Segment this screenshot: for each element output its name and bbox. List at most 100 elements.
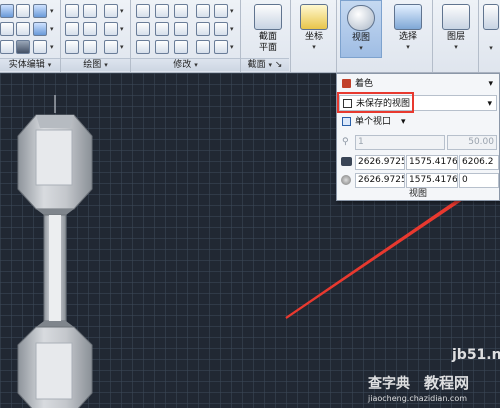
spline-icon[interactable] xyxy=(83,22,97,36)
circle-icon[interactable] xyxy=(104,4,118,18)
chevron-down-icon[interactable]: ▾ xyxy=(120,7,124,15)
chevron-down-icon: ▾ xyxy=(488,79,493,89)
extrude-face-icon[interactable] xyxy=(16,22,30,36)
layers-button[interactable]: 图层 ▾ xyxy=(438,0,474,58)
stretch-icon[interactable] xyxy=(136,22,150,36)
chevron-down-icon: ▾ xyxy=(454,43,458,51)
extend-icon[interactable] xyxy=(214,4,228,18)
more-button[interactable]: ▾ xyxy=(482,0,500,58)
array-icon[interactable] xyxy=(196,4,210,18)
group-section[interactable]: 截面 ▾ ↘ xyxy=(241,58,289,71)
group-solid-edit-label: 实体编辑 xyxy=(8,60,45,70)
chevron-down-icon: ▾ xyxy=(194,61,198,69)
camera-z[interactable]: 6206.2 xyxy=(459,155,499,170)
separate-icon[interactable] xyxy=(33,22,47,36)
zoom-slider[interactable]: 1 xyxy=(355,135,445,150)
scale-icon[interactable] xyxy=(136,4,150,18)
mirror-icon[interactable] xyxy=(174,22,188,36)
watermark-site: jb51.net xyxy=(452,347,500,363)
polygon-icon[interactable] xyxy=(83,40,97,54)
target-y[interactable]: 1575.4176 xyxy=(406,173,458,188)
shell-icon[interactable] xyxy=(0,4,14,18)
layers-label: 图层 xyxy=(446,32,465,42)
fillet-icon[interactable] xyxy=(214,22,228,36)
clean-icon[interactable] xyxy=(0,40,14,54)
group-solid-edit[interactable]: 实体编辑 ▾ xyxy=(0,58,60,71)
chevron-down-icon[interactable]: ▾ xyxy=(120,25,124,33)
ucs-icon xyxy=(300,4,328,30)
viewport-config-label: 单个视口 xyxy=(355,117,392,127)
separator xyxy=(290,0,291,72)
hatch-icon[interactable] xyxy=(104,40,118,54)
section-plane-button[interactable]: 截面 平面 xyxy=(250,0,286,58)
watermark-url: jiaocheng.chazidian.com xyxy=(368,394,468,403)
group-modify[interactable]: 修改 ▾ xyxy=(131,58,240,71)
rotate-icon[interactable] xyxy=(155,22,169,36)
chevron-down-icon[interactable]: ▾ xyxy=(230,43,234,51)
target-row: 2626.9725 1575.4176 0 xyxy=(339,172,499,188)
arc-icon[interactable] xyxy=(65,22,79,36)
union-icon[interactable] xyxy=(16,4,30,18)
group-modify-label: 修改 xyxy=(173,60,192,70)
camera-row: 2626.9725 1575.4176 6206.2 xyxy=(339,154,499,170)
chevron-down-icon[interactable]: ▾ xyxy=(50,25,54,33)
watermark-brand: 查字典 xyxy=(368,376,410,392)
separator xyxy=(478,0,479,72)
subtract-icon[interactable] xyxy=(33,4,47,18)
target-z[interactable]: 0 xyxy=(459,173,499,188)
selection-label: 选择 xyxy=(398,32,417,42)
watermark-label: 教程网 xyxy=(424,374,470,392)
erase-icon[interactable] xyxy=(136,40,150,54)
chevron-down-icon: ▾ xyxy=(104,61,108,69)
break-icon[interactable] xyxy=(174,40,188,54)
ribbon: ▾ ▾ ▾ 实体编辑 ▾ ▾ ▾ ▾ 绘图 ▾ ▾ ▾ ▾ 修改 ▾ 截面 ▾ … xyxy=(0,0,500,73)
trim-icon[interactable] xyxy=(155,40,169,54)
offset-icon[interactable] xyxy=(196,22,210,36)
viewport-icon xyxy=(342,117,351,126)
ellipse-icon[interactable] xyxy=(104,22,118,36)
check-icon[interactable] xyxy=(16,40,30,54)
zoom-row: ⚲ 1 50.00 xyxy=(339,134,497,150)
selection-cube-icon xyxy=(394,4,422,30)
move-icon[interactable] xyxy=(174,4,188,18)
chamfer-icon[interactable] xyxy=(196,40,210,54)
line-icon[interactable] xyxy=(65,4,79,18)
selection-button[interactable]: 选择 ▾ xyxy=(390,0,426,58)
group-draw-label: 绘图 xyxy=(83,60,102,70)
coordinates-label: 坐标 xyxy=(304,32,323,42)
viewport-config-row[interactable]: 单个视口 ▾ xyxy=(339,114,497,130)
highlight-box xyxy=(337,92,414,113)
zoom-value[interactable]: 50.00 xyxy=(447,135,497,150)
chevron-down-icon: ▾ xyxy=(401,117,406,127)
chevron-down-icon: ▾ xyxy=(487,99,492,109)
layers-icon xyxy=(442,4,470,30)
chevron-down-icon: ▾ xyxy=(406,43,410,51)
target-icon xyxy=(341,175,351,185)
chevron-down-icon: ▾ xyxy=(47,61,52,69)
group-draw[interactable]: 绘图 ▾ xyxy=(61,58,130,71)
visual-style-row[interactable]: 着色 ▾ xyxy=(339,76,497,92)
view-label: 视图 xyxy=(351,33,370,43)
visual-style-label: 着色 xyxy=(355,79,374,89)
target-x[interactable]: 2626.9725 xyxy=(355,173,405,188)
chevron-down-icon[interactable]: ▾ xyxy=(50,7,54,15)
coordinates-button[interactable]: 坐标 ▾ xyxy=(296,0,332,58)
chevron-down-icon[interactable]: ▾ xyxy=(120,43,124,51)
copy-icon[interactable] xyxy=(155,4,169,18)
camera-icon xyxy=(341,157,352,166)
chevron-down-icon[interactable]: ▾ xyxy=(230,7,234,15)
chevron-down-icon[interactable]: ▾ xyxy=(230,25,234,33)
chevron-down-icon[interactable]: ▾ xyxy=(50,43,54,51)
view-button[interactable]: 视图 ▾ xyxy=(340,0,382,58)
section-plane-label-1: 截面 xyxy=(258,32,277,42)
explode-icon[interactable] xyxy=(214,40,228,54)
slice-icon[interactable] xyxy=(33,40,47,54)
camera-y[interactable]: 1575.4176 xyxy=(406,155,458,170)
rectangle-icon[interactable] xyxy=(65,40,79,54)
polyline-icon[interactable] xyxy=(83,4,97,18)
group-section-label: 截面 xyxy=(247,60,266,70)
intersect-icon[interactable] xyxy=(0,22,14,36)
magnifier-icon: ⚲ xyxy=(342,137,349,147)
view-icon xyxy=(347,5,375,31)
camera-x[interactable]: 2626.9725 xyxy=(355,155,405,170)
